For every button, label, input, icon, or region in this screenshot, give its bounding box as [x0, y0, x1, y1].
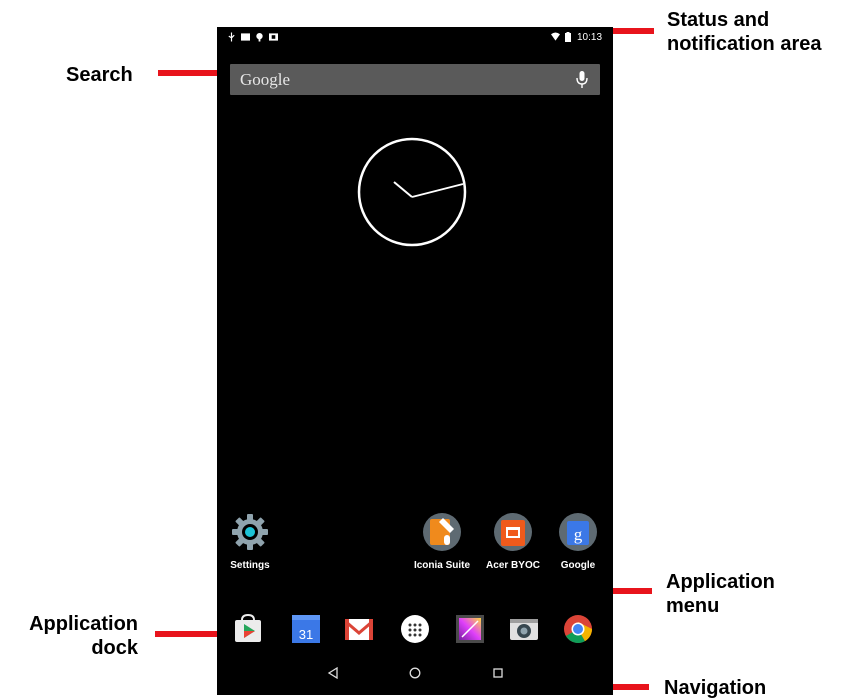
microphone-icon[interactable]	[576, 71, 588, 89]
app-acer-byoc[interactable]: Acer BYOC	[483, 513, 543, 571]
gallery-icon[interactable]	[455, 614, 485, 644]
google-search-bar[interactable]: Google	[230, 64, 600, 95]
app-iconia-suite[interactable]: Iconia Suite	[412, 513, 472, 571]
app-label-iconia-suite: Iconia Suite	[413, 560, 471, 571]
android-debug-icon	[256, 32, 263, 42]
app-drawer-icon[interactable]	[400, 614, 430, 644]
app-settings[interactable]: Settings	[220, 513, 280, 571]
status-time: 10:13	[577, 32, 603, 43]
iconia-suite-icon	[423, 513, 461, 551]
app-label-acer-byoc: Acer BYOC	[486, 560, 540, 571]
callout-status-area: Status and notification area	[667, 9, 822, 55]
clock-hour-hand	[393, 181, 413, 198]
callout-search: Search	[66, 64, 133, 86]
svg-text:31: 31	[299, 627, 313, 642]
calendar-icon[interactable]: 31	[291, 614, 321, 644]
callout-navigation: Navigation	[664, 677, 767, 699]
tablet-screen: 10:13 Google Settings Iconia Suite Acer …	[217, 27, 613, 695]
play-store-icon[interactable]	[233, 614, 263, 644]
settings-gear-icon	[232, 514, 268, 550]
usb-icon	[228, 32, 235, 42]
google-search-brand: Google	[240, 70, 291, 89]
svg-text:g: g	[574, 525, 583, 544]
battery-icon	[565, 32, 571, 42]
recents-icon[interactable]	[492, 667, 504, 679]
google-search-app-icon: g	[559, 513, 597, 551]
app-google[interactable]: g Google	[548, 513, 608, 571]
app-label-settings: Settings	[230, 560, 270, 571]
gmail-icon[interactable]	[344, 614, 374, 644]
status-bar[interactable]: 10:13	[217, 27, 613, 49]
callout-app-menu: Application menu	[666, 571, 775, 617]
acer-byoc-icon	[494, 513, 532, 551]
app-label-google: Google	[560, 560, 596, 571]
clock-minute-hand	[411, 183, 464, 198]
photo-notification-icon	[241, 33, 250, 41]
callout-app-dock: Application dock	[29, 613, 138, 659]
analog-clock-widget[interactable]	[357, 137, 467, 247]
camera-icon[interactable]	[509, 614, 539, 644]
wifi-icon	[551, 32, 560, 41]
chrome-icon[interactable]	[563, 614, 593, 644]
back-icon[interactable]	[327, 667, 339, 679]
home-icon[interactable]	[409, 667, 421, 679]
screenshot-notification-icon	[269, 33, 278, 41]
